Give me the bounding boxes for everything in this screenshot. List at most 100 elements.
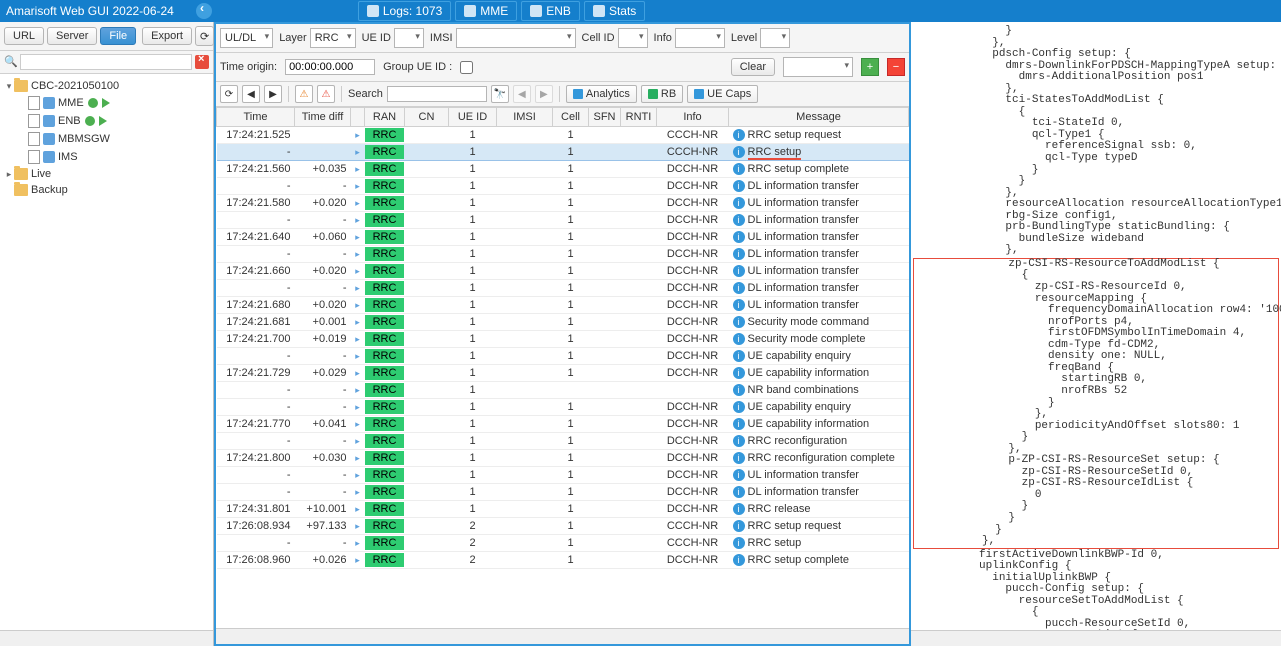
cell-cn	[405, 552, 449, 569]
table-row[interactable]: 17:24:21.680+0.020▸RRC11DCCH-NRiUL infor…	[217, 297, 909, 314]
search-prev-button[interactable]: ◀	[513, 85, 531, 103]
table-row[interactable]: --▸RRC11DCCH-NRiUE capability enquiry	[217, 348, 909, 365]
uecaps-button[interactable]: UE Caps	[687, 85, 758, 103]
col-ueid[interactable]: UE ID	[449, 108, 497, 127]
table-row[interactable]: --▸RRC1iNR band combinations	[217, 382, 909, 399]
col-imsi[interactable]: IMSI	[497, 108, 553, 127]
table-row[interactable]: --▸RRC11DCCH-NRiUL information transfer	[217, 467, 909, 484]
refresh-button[interactable]: ⟳	[195, 26, 214, 46]
col-cell[interactable]: Cell	[553, 108, 589, 127]
cell-cn	[405, 365, 449, 382]
rb-button[interactable]: RB	[641, 85, 683, 103]
table-row[interactable]: 17:24:21.681+0.001▸RRC11DCCH-NRiSecurity…	[217, 314, 909, 331]
col-time[interactable]: Time	[217, 108, 295, 127]
col-ran[interactable]: RAN	[365, 108, 405, 127]
file-button[interactable]: File	[100, 27, 136, 45]
tree-item-enb[interactable]: ENB	[0, 112, 213, 130]
table-row[interactable]: --▸RRC21CCCH-NRiRRC setup	[217, 535, 909, 552]
imsi-combo[interactable]	[456, 28, 576, 48]
tree-item-mme[interactable]: MME	[0, 94, 213, 112]
table-row[interactable]: -▸RRC11CCCH-NRiRRC setup	[217, 144, 909, 161]
table-row[interactable]: 17:24:21.770+0.041▸RRC11DCCH-NRiUE capab…	[217, 416, 909, 433]
clear-combo[interactable]	[783, 57, 853, 77]
tree-item-ims[interactable]: IMS	[0, 148, 213, 166]
layer-combo[interactable]: RRC	[310, 28, 356, 48]
table-row[interactable]: --▸RRC11DCCH-NRiDL information transfer	[217, 484, 909, 501]
table-row[interactable]: --▸RRC11DCCH-NRiRRC reconfiguration	[217, 433, 909, 450]
detail-hscroll[interactable]	[911, 630, 1281, 646]
level-combo[interactable]	[760, 28, 790, 48]
search-next-button[interactable]: ▶	[535, 85, 553, 103]
tree-item-mbmsgw[interactable]: MBMSGW	[0, 130, 213, 148]
refresh-grid-button[interactable]: ⟳	[220, 85, 238, 103]
table-row[interactable]: 17:24:21.700+0.019▸RRC11DCCH-NRiSecurity…	[217, 331, 909, 348]
cell-rnti	[621, 416, 657, 433]
table-row[interactable]: --▸RRC11DCCH-NRiDL information transfer	[217, 212, 909, 229]
analytics-button[interactable]: Analytics	[566, 85, 637, 103]
table-row[interactable]: 17:24:31.801+10.001▸RRC11DCCH-NRiRRC rel…	[217, 501, 909, 518]
cell-info: DCCH-NR	[657, 195, 729, 212]
url-button[interactable]: URL	[4, 27, 44, 45]
col-rnti[interactable]: RNTI	[621, 108, 657, 127]
cell-cn	[405, 348, 449, 365]
binoculars-button[interactable]: 🔭	[491, 85, 509, 103]
cell-imsi	[497, 144, 553, 161]
col-diff[interactable]: Time diff	[295, 108, 351, 127]
direction-icon: ▸	[355, 470, 360, 480]
table-row[interactable]: 17:24:21.729+0.029▸RRC11DCCH-NRiUE capab…	[217, 365, 909, 382]
table-row[interactable]: 17:26:08.934+97.133▸RRC21CCCH-NRiRRC set…	[217, 518, 909, 535]
grid-search-input[interactable]	[387, 86, 487, 102]
table-row[interactable]: --▸RRC11DCCH-NRiDL information transfer	[217, 280, 909, 297]
collapse-sidebar-button[interactable]	[196, 3, 212, 19]
col-msg[interactable]: Message	[729, 108, 909, 127]
col-info[interactable]: Info	[657, 108, 729, 127]
sidebar-toolbar: URL Server File Export ⟳	[0, 22, 213, 51]
info-icon: i	[733, 333, 745, 345]
enb-tab[interactable]: ENB	[521, 1, 580, 21]
info-icon: i	[733, 520, 745, 532]
nav-prev-button[interactable]: ◀	[242, 85, 260, 103]
table-row[interactable]: 17:24:21.560+0.035▸RRC11DCCH-NRiRRC setu…	[217, 161, 909, 178]
cell-rnti	[621, 518, 657, 535]
ueid-combo[interactable]	[394, 28, 424, 48]
cell-msg: iUE capability enquiry	[729, 348, 909, 365]
cellid-combo[interactable]	[618, 28, 648, 48]
mme-tab[interactable]: MME	[455, 1, 517, 21]
grid-hscroll[interactable]	[216, 628, 909, 644]
server-button[interactable]: Server	[47, 27, 97, 45]
sidebar-hscroll[interactable]	[0, 630, 213, 646]
sidebar-search-input[interactable]	[20, 54, 192, 70]
table-row[interactable]: 17:24:21.640+0.060▸RRC11DCCH-NRiUL infor…	[217, 229, 909, 246]
sidebar-search-clear[interactable]	[195, 55, 209, 69]
clear-button[interactable]: Clear	[731, 58, 775, 76]
stats-tab[interactable]: Stats	[584, 1, 645, 21]
table-row[interactable]: 17:26:08.960+0.026▸RRC21DCCH-NRiRRC setu…	[217, 552, 909, 569]
export-button[interactable]: Export	[142, 27, 192, 45]
tree-root[interactable]: ▾CBC-2021050100	[0, 78, 213, 94]
time-origin-input[interactable]	[285, 59, 375, 75]
add-button[interactable]: +	[861, 58, 879, 76]
log-grid-wrap[interactable]: Time Time diff RAN CN UE ID IMSI Cell SF…	[216, 107, 909, 628]
table-row[interactable]: 17:24:21.800+0.030▸RRC11DCCH-NRiRRC reco…	[217, 450, 909, 467]
warning-filter-button[interactable]: ⚠	[295, 85, 313, 103]
uldl-combo[interactable]: UL/DL	[220, 28, 273, 48]
table-row[interactable]: --▸RRC11DCCH-NRiDL information transfer	[217, 178, 909, 195]
table-row[interactable]: 17:24:21.660+0.020▸RRC11DCCH-NRiUL infor…	[217, 263, 909, 280]
logs-tab[interactable]: Logs: 1073	[358, 1, 451, 21]
cell-ueid: 1	[449, 365, 497, 382]
tree-live[interactable]: ▸Live	[0, 166, 213, 182]
group-ueid-checkbox[interactable]	[460, 61, 473, 74]
tree-backup[interactable]: Backup	[0, 182, 213, 198]
error-filter-button[interactable]: ⚠	[317, 85, 335, 103]
detail-text[interactable]: } }, pdsch-Config setup: { dmrs-Downlink…	[911, 22, 1281, 630]
table-row[interactable]: 17:24:21.580+0.020▸RRC11DCCH-NRiUL infor…	[217, 195, 909, 212]
col-dir[interactable]	[351, 108, 365, 127]
col-cn[interactable]: CN	[405, 108, 449, 127]
nav-next-button[interactable]: ▶	[264, 85, 282, 103]
table-row[interactable]: 17:24:21.525▸RRC11CCCH-NRiRRC setup requ…	[217, 127, 909, 144]
table-row[interactable]: --▸RRC11DCCH-NRiDL information transfer	[217, 246, 909, 263]
info-combo[interactable]	[675, 28, 725, 48]
remove-button[interactable]: −	[887, 58, 905, 76]
col-sfn[interactable]: SFN	[589, 108, 621, 127]
table-row[interactable]: --▸RRC11DCCH-NRiUE capability enquiry	[217, 399, 909, 416]
